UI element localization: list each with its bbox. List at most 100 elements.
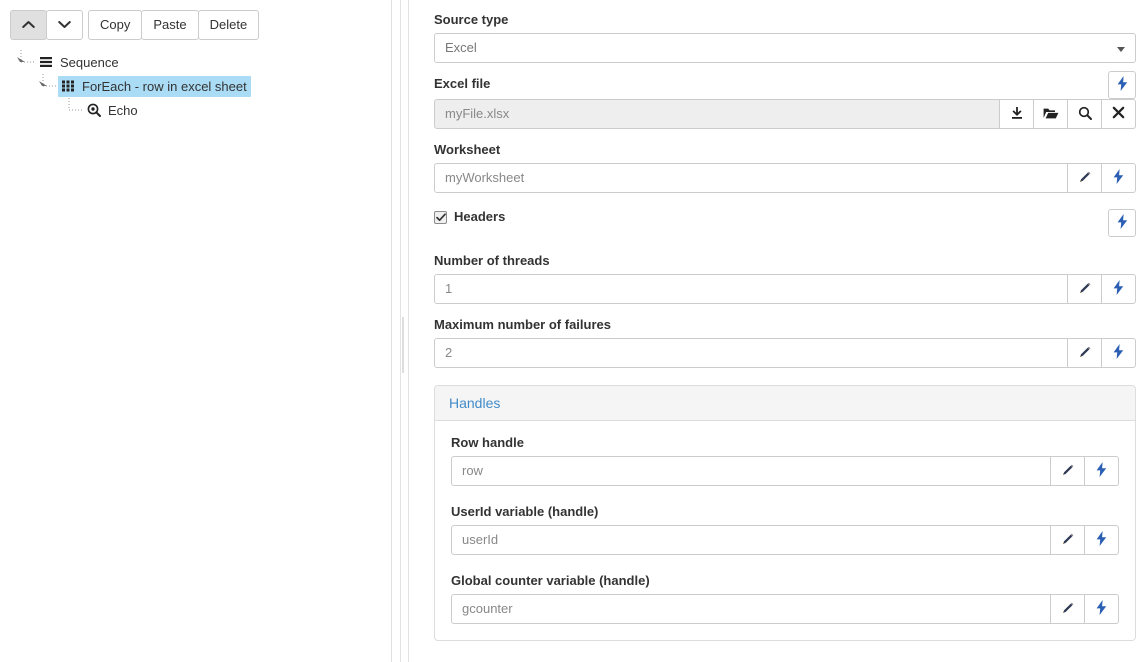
field-row-handle: Row handle row — [451, 435, 1119, 486]
tree-node-label: Echo — [108, 102, 138, 118]
tree-node-foreach[interactable]: ForEach - row in excel sheet — [10, 74, 380, 98]
tree-node-echo[interactable]: Echo — [10, 98, 380, 122]
workflow-tree-pane: Copy Paste Delete Sequence ForEach - row… — [0, 0, 392, 662]
row-handle-input[interactable]: row — [451, 456, 1051, 486]
source-type-value: Excel — [445, 40, 477, 55]
sequence-icon — [38, 54, 54, 70]
chevron-up-icon — [22, 17, 35, 32]
delete-button[interactable]: Delete — [197, 10, 260, 40]
field-source-type: Source type Excel — [434, 12, 1136, 63]
pencil-icon — [1061, 601, 1075, 618]
maximum-number-of-failures-expression-button[interactable] — [1102, 338, 1136, 368]
lightning-bolt-icon — [1096, 462, 1107, 480]
paste-button[interactable]: Paste — [141, 10, 199, 40]
magnifier-dot-icon — [86, 102, 102, 118]
handles-panel-header[interactable]: Handles — [435, 386, 1135, 421]
handles-panel-title[interactable]: Handles — [449, 395, 500, 411]
tree-connector — [39, 74, 56, 87]
number-of-threads-edit-button[interactable] — [1068, 274, 1102, 304]
tree-toolbar: Copy Paste Delete — [10, 10, 260, 40]
excel-file-value: myFile.xlsx — [445, 106, 510, 121]
pencil-icon — [1061, 532, 1075, 549]
userid-variable-input[interactable]: userId — [451, 525, 1051, 555]
global-counter-variable-edit-button[interactable] — [1051, 594, 1085, 624]
move-up-button[interactable] — [10, 10, 47, 40]
field-headers: Headers — [434, 209, 1136, 237]
row-handle-edit-button[interactable] — [1051, 456, 1085, 486]
tree-node-label: Sequence — [60, 54, 119, 70]
pencil-icon — [1078, 170, 1092, 187]
splitter-grip-icon — [402, 317, 407, 373]
source-type-select[interactable]: Excel — [434, 33, 1136, 63]
excel-file-clear-button[interactable] — [1102, 99, 1136, 129]
excel-file-download-button[interactable] — [1000, 99, 1034, 129]
number-of-threads-expression-button[interactable] — [1102, 274, 1136, 304]
clear-x-icon — [1112, 106, 1125, 122]
lightning-bolt-icon — [1113, 169, 1124, 187]
tree-connector — [17, 50, 34, 63]
tree-node-sequence[interactable]: Sequence — [10, 50, 380, 74]
worksheet-expression-button[interactable] — [1102, 163, 1136, 193]
global-counter-variable-value: gcounter — [462, 601, 513, 616]
chevron-down-icon — [58, 17, 71, 32]
userid-variable-label: UserId variable (handle) — [451, 504, 599, 519]
excel-file-browse-button[interactable] — [1034, 99, 1068, 129]
pane-splitter[interactable] — [400, 0, 409, 662]
handles-panel-body: Row handle row UserId variable (handle) … — [435, 421, 1135, 640]
excel-file-input[interactable]: myFile.xlsx — [434, 99, 1000, 129]
field-global-counter-variable: Global counter variable (handle) gcounte… — [451, 573, 1119, 624]
worksheet-value: myWorksheet — [445, 170, 525, 185]
lightning-bolt-icon — [1113, 280, 1124, 298]
userid-variable-edit-button[interactable] — [1051, 525, 1085, 555]
global-counter-variable-label: Global counter variable (handle) — [451, 573, 650, 588]
folder-open-icon — [1043, 106, 1059, 123]
maximum-number-of-failures-label: Maximum number of failures — [434, 317, 611, 332]
row-handle-label: Row handle — [451, 435, 524, 450]
pencil-icon — [1061, 463, 1075, 480]
field-number-of-threads: Number of threads 1 — [434, 253, 1136, 304]
properties-pane: Source type Excel Excel file myFile.xlsx… — [410, 0, 1148, 662]
excel-file-label: Excel file — [434, 76, 491, 91]
headers-expression-button[interactable] — [1108, 209, 1136, 237]
excel-file-expression-button[interactable] — [1108, 71, 1136, 99]
worksheet-edit-button[interactable] — [1068, 163, 1102, 193]
handles-panel: Handles Row handle row UserId variable (… — [434, 385, 1136, 641]
number-of-threads-label: Number of threads — [434, 253, 550, 268]
number-of-threads-value: 1 — [445, 281, 453, 296]
headers-checkbox-row[interactable]: Headers — [434, 209, 505, 225]
lightning-bolt-icon — [1096, 531, 1107, 549]
grid-icon — [60, 78, 76, 94]
row-handle-value: row — [462, 463, 483, 478]
check-icon — [435, 212, 446, 222]
maximum-number-of-failures-input[interactable]: 2 — [434, 338, 1068, 368]
tree-node-label: ForEach - row in excel sheet — [82, 78, 247, 94]
chevron-down-icon — [1117, 47, 1125, 52]
lightning-bolt-icon — [1117, 214, 1128, 232]
maximum-number-of-failures-edit-button[interactable] — [1068, 338, 1102, 368]
row-handle-expression-button[interactable] — [1085, 456, 1119, 486]
field-userid-variable: UserId variable (handle) userId — [451, 504, 1119, 555]
global-counter-variable-expression-button[interactable] — [1085, 594, 1119, 624]
field-worksheet: Worksheet myWorksheet — [434, 142, 1136, 193]
tree-connector — [68, 98, 82, 111]
headers-label: Headers — [454, 209, 506, 224]
pencil-icon — [1078, 281, 1092, 298]
move-down-button[interactable] — [46, 10, 83, 40]
worksheet-input[interactable]: myWorksheet — [434, 163, 1068, 193]
app-root: Copy Paste Delete Sequence ForEach - row… — [0, 0, 1148, 662]
lightning-bolt-icon — [1113, 344, 1124, 362]
field-excel-file: Excel file myFile.xlsx — [434, 71, 1136, 129]
number-of-threads-input[interactable]: 1 — [434, 274, 1068, 304]
worksheet-label: Worksheet — [434, 142, 501, 157]
lightning-bolt-icon — [1117, 76, 1128, 94]
headers-checkbox[interactable] — [434, 210, 447, 224]
pencil-icon — [1078, 345, 1092, 362]
userid-variable-value: userId — [462, 532, 499, 547]
lightning-bolt-icon — [1096, 600, 1107, 618]
global-counter-variable-input[interactable]: gcounter — [451, 594, 1051, 624]
search-icon — [1078, 106, 1092, 123]
copy-button[interactable]: Copy — [88, 10, 143, 40]
userid-variable-expression-button[interactable] — [1085, 525, 1119, 555]
maximum-number-of-failures-value: 2 — [445, 345, 453, 360]
excel-file-search-button[interactable] — [1068, 99, 1102, 129]
